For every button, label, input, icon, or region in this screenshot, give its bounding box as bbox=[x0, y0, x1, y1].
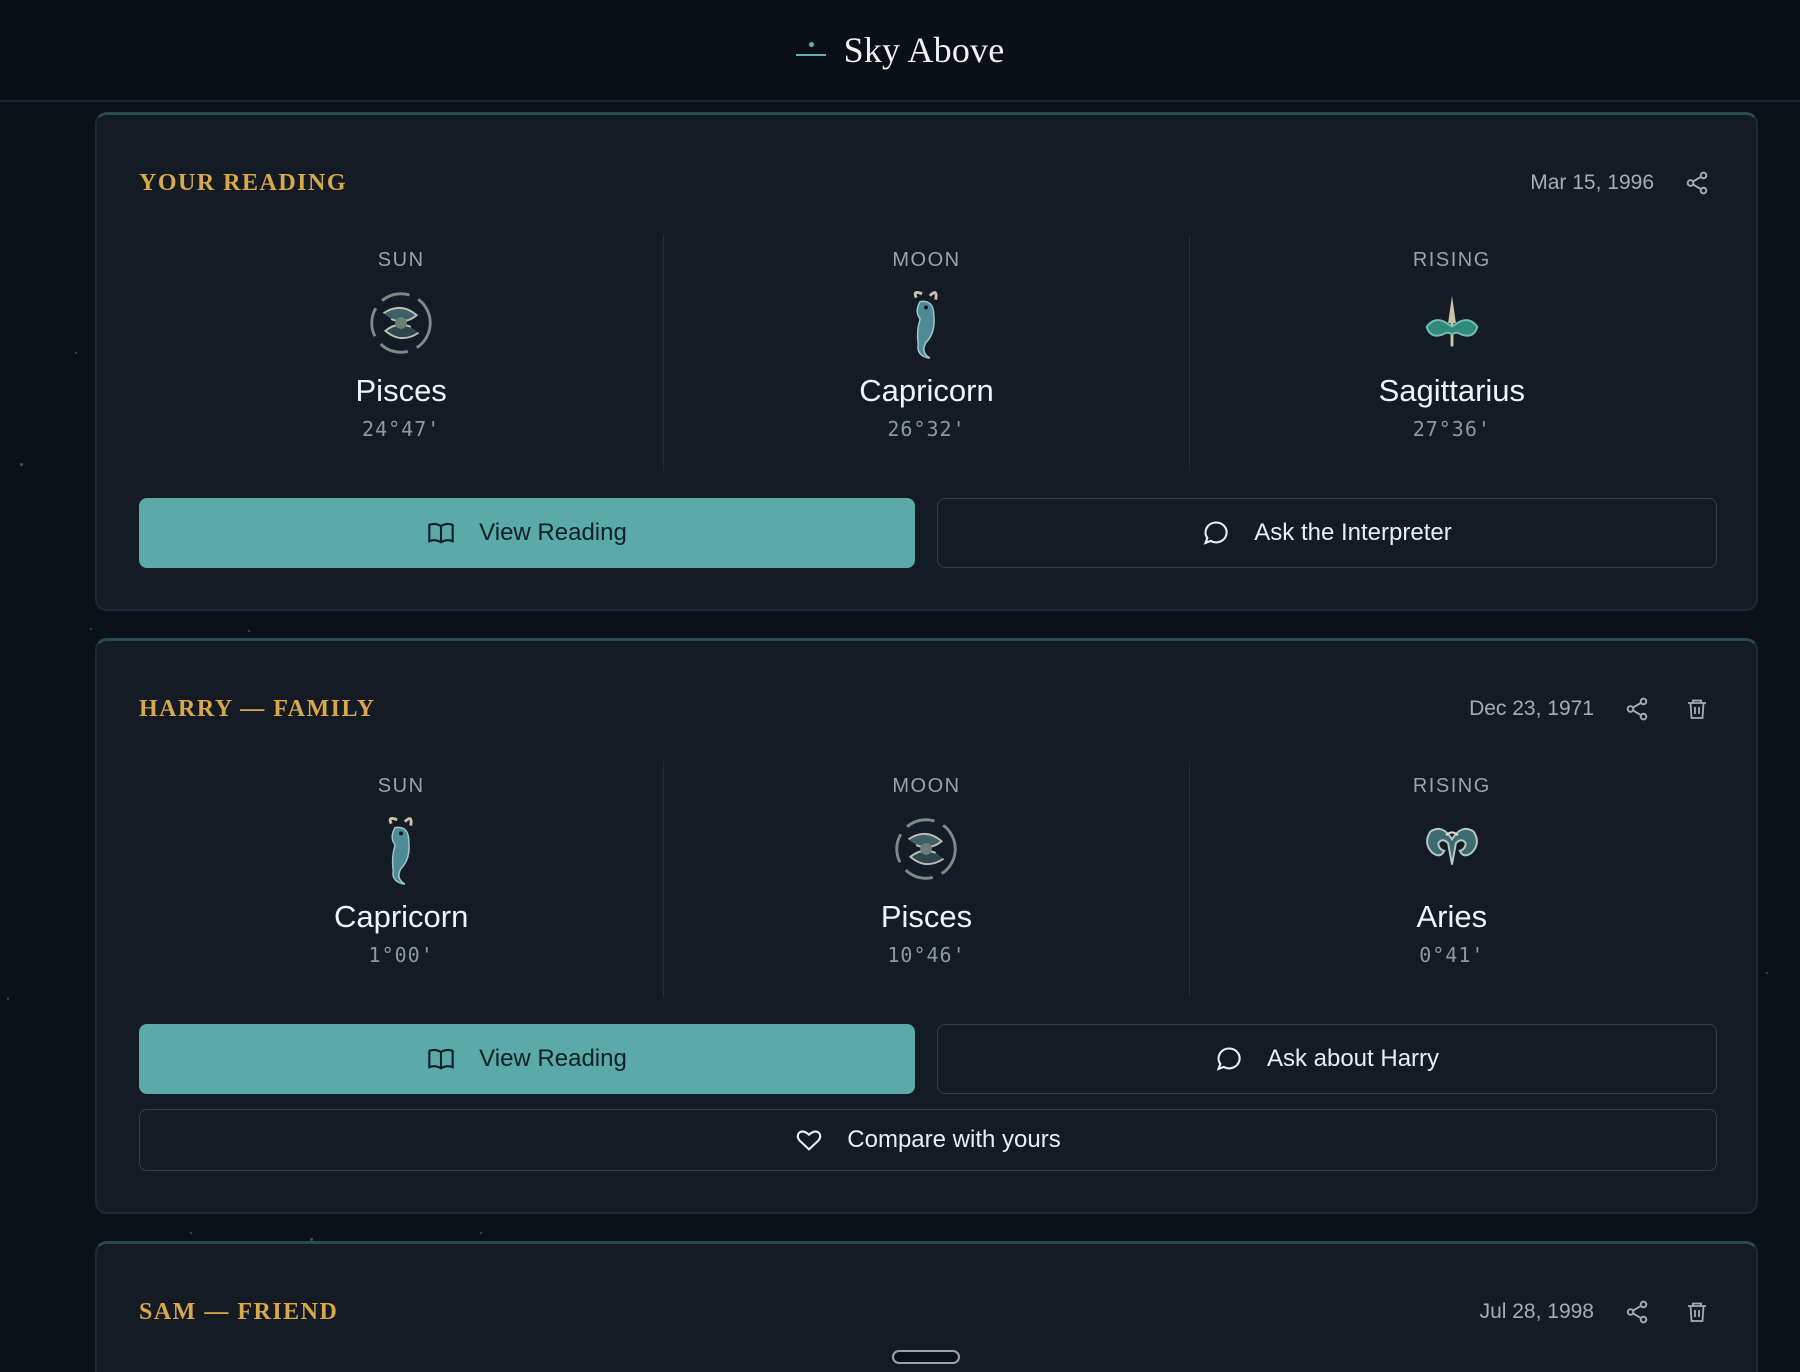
birth-date: Jul 28, 1998 bbox=[1479, 1300, 1594, 1323]
ask-about-harry-label: Ask about Harry bbox=[1266, 1045, 1440, 1072]
ask-interpreter-button[interactable]: Ask the Interpreter bbox=[937, 498, 1717, 568]
placement-sign: Aries bbox=[1416, 899, 1488, 934]
placement-rising: RISING Aries 0°41' bbox=[1190, 761, 1714, 997]
birth-date: Mar 15, 1996 bbox=[1530, 171, 1654, 194]
share-icon bbox=[1626, 1300, 1648, 1324]
trash-icon bbox=[1688, 699, 1706, 719]
placement-degree: 24°47' bbox=[362, 417, 441, 441]
placement-sun: SUN Capricorn 1°00' bbox=[139, 761, 665, 997]
card-header: SAM — FRIEND Jul 28, 1998 bbox=[139, 1292, 1714, 1332]
share-button[interactable] bbox=[1620, 692, 1654, 726]
placement-sun: SUN Pisces 24°47' bbox=[139, 235, 665, 471]
chat-bubble-icon bbox=[1203, 521, 1228, 545]
placements-row: SUN Capricorn 1°00' MOON Pisces 10°46' R… bbox=[139, 761, 1714, 997]
card-meta: Jul 28, 1998 bbox=[1480, 1295, 1714, 1329]
card-title: YOUR READING bbox=[139, 169, 348, 196]
capricorn-icon bbox=[886, 283, 966, 363]
placement-degree: 27°36' bbox=[1412, 417, 1491, 441]
delete-button[interactable] bbox=[1680, 1295, 1714, 1329]
placement-sign: Capricorn bbox=[333, 899, 469, 934]
pisces-icon bbox=[361, 283, 441, 363]
view-reading-button[interactable]: View Reading bbox=[139, 1024, 915, 1094]
card-header: YOUR READING Mar 15, 1996 bbox=[139, 163, 1714, 203]
compare-label: Compare with yours bbox=[847, 1126, 1061, 1153]
app-header: Sky Above bbox=[0, 0, 1800, 102]
placement-degree: 0°41' bbox=[1419, 943, 1485, 967]
trash-icon bbox=[1688, 1302, 1706, 1322]
share-button[interactable] bbox=[1680, 166, 1714, 200]
card-meta: Dec 23, 1971 bbox=[1469, 692, 1714, 726]
capricorn-icon bbox=[361, 809, 441, 889]
placement-label: RISING bbox=[1412, 775, 1491, 797]
placement-degree: 1°00' bbox=[368, 943, 434, 967]
background-star bbox=[20, 463, 23, 466]
placement-sign: Capricorn bbox=[859, 373, 994, 408]
horizon-logo-icon bbox=[795, 40, 826, 60]
scroll-indicator[interactable] bbox=[892, 1350, 960, 1364]
placements-row: SUN Pisces 24°47' MOON Capricorn 26°32' … bbox=[139, 235, 1714, 471]
share-button[interactable] bbox=[1620, 1295, 1654, 1329]
share-icon bbox=[1626, 697, 1648, 721]
view-reading-label: View Reading bbox=[479, 1045, 627, 1072]
placement-label: MOON bbox=[892, 775, 961, 797]
book-icon bbox=[428, 522, 454, 544]
sagittarius-icon bbox=[1412, 283, 1492, 363]
card-title: HARRY — FAMILY bbox=[139, 695, 376, 722]
background-star bbox=[190, 1232, 192, 1234]
placement-sign: Sagittarius bbox=[1378, 373, 1526, 408]
share-icon bbox=[1686, 171, 1708, 195]
card-meta: Mar 15, 1996 bbox=[1530, 166, 1714, 200]
ask-about-harry-button[interactable]: Ask about Harry bbox=[937, 1024, 1717, 1094]
background-star bbox=[480, 1232, 482, 1234]
card-header: HARRY — FAMILY Dec 23, 1971 bbox=[139, 689, 1714, 729]
heart-icon bbox=[797, 1130, 822, 1151]
pisces-icon bbox=[886, 809, 966, 889]
placement-label: SUN bbox=[377, 775, 425, 797]
ask-interpreter-label: Ask the Interpreter bbox=[1254, 519, 1452, 546]
chat-bubble-icon bbox=[1216, 1047, 1241, 1071]
view-reading-label: View Reading bbox=[479, 519, 627, 546]
placement-moon: MOON Pisces 10°46' bbox=[664, 761, 1190, 997]
reading-card-harry: HARRY — FAMILY Dec 23, 1971 SUN Capricor… bbox=[95, 638, 1758, 1214]
placement-rising: RISING Sagittarius 27°36' bbox=[1190, 235, 1714, 471]
placement-sign: Pisces bbox=[880, 899, 973, 934]
placement-label: RISING bbox=[1412, 249, 1491, 271]
background-star bbox=[90, 628, 92, 630]
app-title: Sky Above bbox=[843, 30, 1005, 70]
placement-degree: 10°46' bbox=[887, 943, 966, 967]
birth-date: Dec 23, 1971 bbox=[1469, 697, 1594, 720]
background-star bbox=[248, 630, 250, 632]
placement-label: SUN bbox=[377, 249, 425, 271]
background-star bbox=[75, 352, 77, 354]
placement-degree: 26°32' bbox=[887, 417, 966, 441]
delete-button[interactable] bbox=[1680, 692, 1714, 726]
book-icon bbox=[428, 1048, 454, 1070]
card-title: SAM — FRIEND bbox=[139, 1298, 339, 1325]
background-star bbox=[7, 998, 9, 1000]
background-star bbox=[1766, 972, 1768, 974]
placement-moon: MOON Capricorn 26°32' bbox=[664, 235, 1190, 471]
reading-card-you: YOUR READING Mar 15, 1996 SUN Pisces 24°… bbox=[95, 112, 1758, 611]
placement-label: MOON bbox=[892, 249, 961, 271]
placement-sign: Pisces bbox=[355, 373, 447, 408]
view-reading-button[interactable]: View Reading bbox=[139, 498, 915, 568]
compare-with-yours-button[interactable]: Compare with yours bbox=[139, 1109, 1717, 1171]
aries-icon bbox=[1412, 809, 1492, 889]
